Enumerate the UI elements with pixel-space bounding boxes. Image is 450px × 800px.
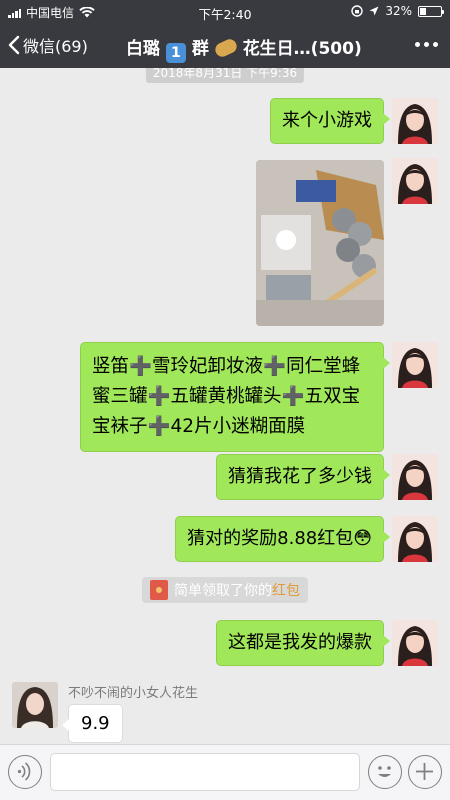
incoming-message-bubble[interactable]: 9.9 — [62, 704, 123, 743]
avatar-photo — [392, 342, 438, 388]
my-avatar[interactable] — [392, 158, 438, 204]
status-right: 32% — [351, 4, 444, 18]
plus-icon — [416, 763, 433, 780]
status-bar: 中国电信 下午2:40 32% — [0, 0, 450, 22]
avatar-photo — [392, 620, 438, 666]
my-avatar[interactable] — [392, 342, 438, 388]
avatar-photo — [392, 454, 438, 500]
timestamp-label: 2018年8月31日 下午9:36 — [145, 68, 305, 83]
battery-icon — [418, 5, 444, 17]
title-prefix: 白璐 — [126, 39, 160, 59]
emoji-button[interactable] — [368, 755, 402, 789]
red-packet-icon — [150, 580, 168, 600]
message-bubble[interactable]: 这都是我发的爆款 — [216, 620, 390, 666]
avatar-photo — [392, 98, 438, 144]
red-packet-notice: 简单领取了你的 红包 — [142, 577, 308, 603]
voice-button[interactable] — [8, 755, 42, 789]
chat-area[interactable]: 2018年8月31日 下午9:36 来个小游戏 竖笛➕雪玲妃卸妆液➕同仁堂蜂蜜三… — [0, 68, 450, 744]
keycap-one-emoji: 1 — [165, 43, 186, 63]
title-suffix: 花生日…(500) — [242, 39, 362, 59]
notice-text: 简单领取了你的 — [174, 583, 272, 599]
location-icon — [369, 6, 379, 16]
more-options-button[interactable] — [415, 42, 438, 47]
sender-avatar[interactable] — [12, 682, 58, 728]
nav-bar: 微信(69) 白璐 1 群 花生日…(500) — [0, 22, 450, 68]
back-label: 微信(69) — [23, 37, 88, 56]
message-bubble[interactable]: 来个小游戏 — [270, 98, 390, 144]
red-packet-link[interactable]: 红包 — [272, 580, 300, 600]
my-avatar[interactable] — [392, 98, 438, 144]
title-mid: 群 — [191, 39, 209, 59]
my-avatar[interactable] — [392, 454, 438, 500]
avatar-photo — [12, 682, 58, 728]
top-bar: 中国电信 下午2:40 32% 微信(69) 白璐 1 群 花生日…(500) — [0, 0, 450, 68]
smiley-icon — [378, 766, 391, 777]
my-avatar[interactable] — [392, 620, 438, 666]
avatar-photo — [392, 516, 438, 562]
avatar-photo — [392, 158, 438, 204]
message-bubble[interactable]: 猜猜我花了多少钱 — [216, 454, 390, 500]
back-button[interactable]: 微信(69) — [8, 33, 88, 57]
plus-button[interactable] — [408, 755, 442, 789]
input-bar — [0, 744, 450, 800]
chevron-left-icon — [8, 35, 20, 55]
sender-name: 不吵不闹的小女人花生 — [68, 686, 199, 701]
voice-icon — [17, 762, 31, 781]
product-photo — [256, 160, 384, 326]
photo-message[interactable] — [256, 160, 384, 326]
battery-percent: 32% — [385, 4, 412, 18]
chat-title[interactable]: 白璐 1 群 花生日…(500) — [126, 34, 362, 63]
message-bubble[interactable]: 猜对的奖励8.88红包😳 — [175, 516, 390, 562]
message-bubble[interactable]: 竖笛➕雪玲妃卸妆液➕同仁堂蜂蜜三罐➕五罐黄桃罐头➕五双宝宝袜子➕42片小迷糊面膜 — [80, 342, 390, 452]
lock-rotation-icon — [351, 5, 364, 17]
my-avatar[interactable] — [392, 516, 438, 562]
message-input[interactable] — [50, 753, 360, 791]
peanut-emoji-icon — [212, 37, 239, 59]
